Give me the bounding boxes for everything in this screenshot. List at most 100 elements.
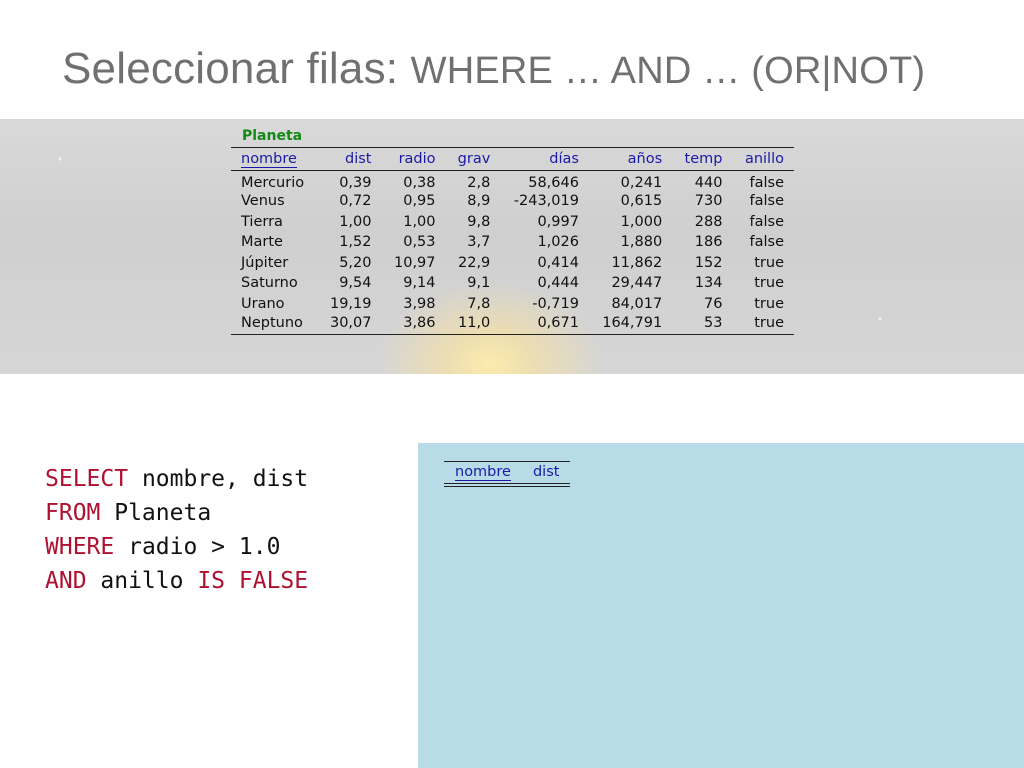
cell-anillo: true bbox=[732, 314, 794, 335]
cell-nombre: Neptuno bbox=[231, 314, 318, 335]
sql-text: radio > 1.0 bbox=[114, 534, 281, 560]
cell-grav: 22,9 bbox=[458, 254, 491, 271]
title-code: WHERE … AND … (OR|NOT) bbox=[410, 50, 926, 92]
cell-radio: 3,98 bbox=[403, 295, 436, 312]
col-header-nombre: nombre bbox=[231, 147, 318, 171]
cell-anillo: false bbox=[749, 193, 785, 210]
planet-table-container: Planeta nombre dist radio grav días años… bbox=[231, 125, 794, 335]
cell-radio: 0,53 bbox=[403, 234, 436, 251]
cell-anos: 1,000 bbox=[620, 213, 663, 230]
sql-text: Planeta bbox=[100, 500, 212, 526]
cell-grav: 9,1 bbox=[467, 275, 491, 292]
table-row: Marte 1,52 0,53 3,7 1,026 1,880 186 false bbox=[231, 232, 794, 253]
cell-grav: 11,0 bbox=[445, 314, 501, 335]
cell-anillo: false bbox=[749, 234, 785, 251]
sql-keyword: SELECT bbox=[45, 466, 129, 492]
col-header-dist: dist bbox=[317, 147, 382, 171]
cell-temp: 186 bbox=[694, 234, 723, 251]
cell-anillo: true bbox=[754, 295, 784, 312]
table-row: Saturno 9,54 9,14 9,1 0,444 29,447 134 true bbox=[231, 273, 794, 294]
cell-dist: 30,07 bbox=[317, 314, 382, 335]
cell-anos: 0,241 bbox=[588, 170, 673, 191]
cell-dias: 0,997 bbox=[537, 213, 579, 230]
sql-keyword: IS FALSE bbox=[197, 568, 309, 594]
cell-dias: -243,019 bbox=[513, 193, 579, 210]
sql-line-where: WHERE radio > 1.0 bbox=[45, 530, 308, 564]
cell-anos: 164,791 bbox=[588, 314, 673, 335]
sql-text: nombre, dist bbox=[128, 466, 309, 492]
result-table-empty-body bbox=[444, 483, 571, 487]
table-row: Urano 19,19 3,98 7,8 -0,719 84,017 76 true bbox=[231, 294, 794, 315]
cell-radio: 0,38 bbox=[381, 170, 446, 191]
cell-nombre: Marte bbox=[241, 234, 283, 251]
sql-text: anillo bbox=[86, 568, 198, 594]
result-table: nombre dist bbox=[444, 461, 571, 487]
cell-radio: 10,97 bbox=[394, 254, 436, 271]
result-col-header-nombre: nombre bbox=[444, 461, 522, 484]
planet-table-body: Mercurio 0,39 0,38 2,8 58,646 0,241 440 false Ve… bbox=[231, 170, 794, 335]
cell-grav: 9,8 bbox=[467, 213, 491, 230]
cell-dist: 1,52 bbox=[339, 234, 372, 251]
table-row: Neptuno 30,07 3,86 11,0 0,671 164,791 53 true bbox=[231, 314, 794, 335]
slide-title: Seleccionar filas: WHERE … AND … (OR|NOT… bbox=[62, 44, 925, 94]
cell-dist: 5,20 bbox=[339, 254, 372, 271]
cell-nombre: Júpiter bbox=[241, 254, 289, 271]
cell-nombre: Venus bbox=[241, 193, 285, 210]
cell-dist: 19,19 bbox=[329, 295, 372, 312]
cell-temp: 288 bbox=[694, 213, 723, 230]
col-header-anillo: anillo bbox=[732, 147, 794, 171]
result-table-header-row: nombre dist bbox=[444, 461, 571, 484]
cell-temp: 730 bbox=[694, 193, 723, 210]
table-row: Tierra 1,00 1,00 9,8 0,997 1,000 288 false bbox=[231, 212, 794, 233]
cell-grav: 7,8 bbox=[467, 295, 491, 312]
cell-anos: 11,862 bbox=[611, 254, 663, 271]
cell-radio: 1,00 bbox=[403, 213, 436, 230]
cell-dias: 58,646 bbox=[500, 170, 589, 191]
table-row: Mercurio 0,39 0,38 2,8 58,646 0,241 440 false bbox=[231, 170, 794, 191]
cell-dist: 1,00 bbox=[339, 213, 372, 230]
cell-dias: 0,671 bbox=[500, 314, 589, 335]
planet-table-name: Planeta bbox=[242, 128, 303, 144]
cell-nombre: Tierra bbox=[241, 213, 283, 230]
cell-nombre: Saturno bbox=[241, 275, 298, 292]
cell-dias: 0,414 bbox=[537, 254, 579, 271]
cell-grav: 2,8 bbox=[445, 170, 501, 191]
sql-line-select: SELECT nombre, dist bbox=[45, 462, 308, 496]
col-header-grav: grav bbox=[445, 147, 501, 171]
cell-temp: 440 bbox=[672, 170, 733, 191]
sql-query: SELECT nombre, dist FROM Planeta WHERE rad… bbox=[45, 462, 308, 598]
sql-line-from: FROM Planeta bbox=[45, 496, 308, 530]
cell-temp: 134 bbox=[694, 275, 723, 292]
sql-line-and: AND anillo IS FALSE bbox=[45, 564, 308, 598]
cell-dias: 0,444 bbox=[537, 275, 579, 292]
result-panel: nombre dist bbox=[418, 443, 1024, 768]
title-text: Seleccionar filas: bbox=[62, 44, 411, 93]
cell-anillo: true bbox=[754, 275, 784, 292]
col-header-temp: temp bbox=[672, 147, 733, 171]
cell-anos: 84,017 bbox=[611, 295, 663, 312]
cell-anillo: false bbox=[749, 213, 785, 230]
cell-radio: 0,95 bbox=[403, 193, 436, 210]
cell-anillo: true bbox=[754, 254, 784, 271]
cell-temp: 53 bbox=[672, 314, 733, 335]
col-header-radio: radio bbox=[381, 147, 446, 171]
sql-keyword: AND bbox=[45, 568, 87, 594]
table-row: Venus 0,72 0,95 8,9 -243,019 0,615 730 false bbox=[231, 191, 794, 212]
cell-dist: 0,39 bbox=[317, 170, 382, 191]
cell-grav: 8,9 bbox=[467, 193, 491, 210]
cell-nombre: Urano bbox=[241, 295, 285, 312]
table-row: Júpiter 5,20 10,97 22,9 0,414 11,862 152 true bbox=[231, 253, 794, 274]
cell-nombre: Mercurio bbox=[231, 170, 318, 191]
col-header-dias: días bbox=[500, 147, 589, 171]
sql-keyword: FROM bbox=[45, 500, 101, 526]
col-header-anos: años bbox=[588, 147, 673, 171]
cell-anillo: false bbox=[732, 170, 794, 191]
cell-radio: 3,86 bbox=[381, 314, 446, 335]
cell-radio: 9,14 bbox=[403, 275, 436, 292]
cell-anos: 0,615 bbox=[620, 193, 663, 210]
cell-anos: 29,447 bbox=[611, 275, 663, 292]
cell-dias: -0,719 bbox=[532, 295, 579, 312]
result-col-header-dist: dist bbox=[521, 461, 571, 484]
cell-anos: 1,880 bbox=[620, 234, 663, 251]
cell-dist: 0,72 bbox=[339, 193, 372, 210]
